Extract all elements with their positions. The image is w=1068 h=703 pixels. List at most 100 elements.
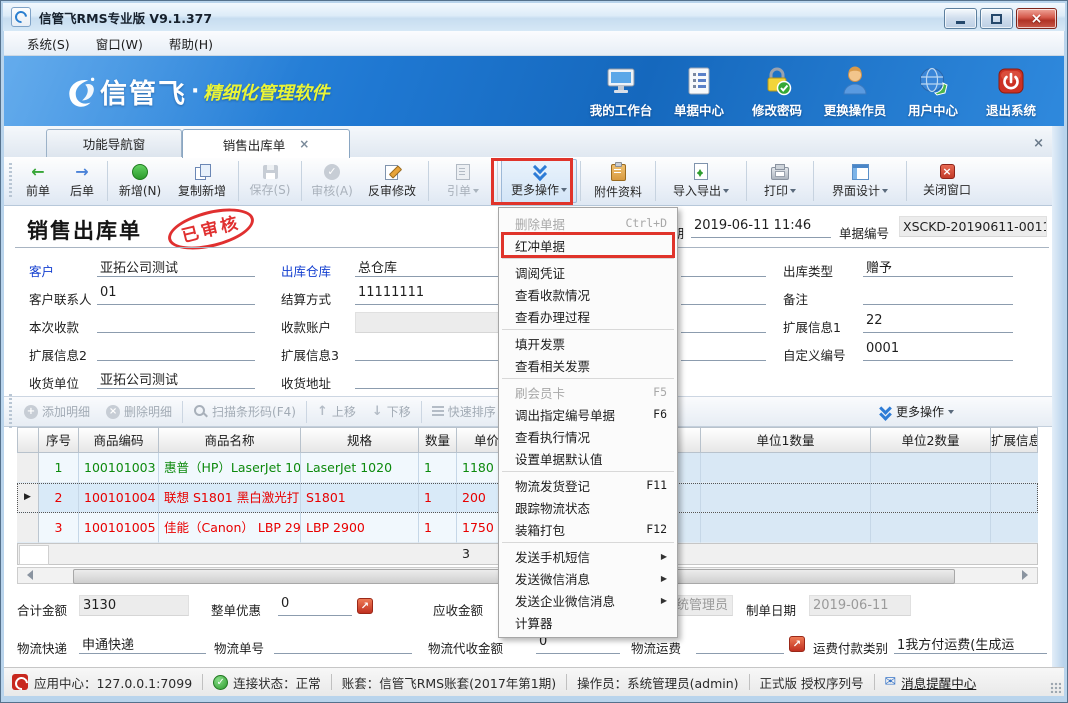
discount-field[interactable]: 0 xyxy=(278,596,352,616)
hidden-field-stub[interactable] xyxy=(681,313,766,333)
table-cell: 1 xyxy=(39,453,79,483)
copy-add-button[interactable]: 复制新增 xyxy=(169,159,235,203)
menu-item-label: 删除单据 xyxy=(515,214,565,233)
menu-item-shortcut: Ctrl+D xyxy=(625,216,667,230)
column-header[interactable]: 单位2数量 xyxy=(871,427,991,453)
menu-item-label: 发送企业微信消息 xyxy=(515,591,615,610)
minimize-button[interactable] xyxy=(944,8,977,29)
context-menu-item[interactable]: 查看执行情况 xyxy=(499,425,677,447)
context-menu-item[interactable]: 调阅凭证 xyxy=(499,261,677,283)
context-menu-item[interactable]: 发送微信消息▶ xyxy=(499,567,677,589)
context-menu-item[interactable]: 跟踪物流状态 xyxy=(499,496,677,518)
ext2-field[interactable] xyxy=(97,341,255,361)
workbench-button[interactable]: 我的工作台 xyxy=(582,62,660,122)
print-button[interactable]: 打印 xyxy=(750,159,810,203)
more-actions-button[interactable]: 更多操作 xyxy=(501,159,577,203)
custom-no-field[interactable]: 0001 xyxy=(863,341,1013,361)
brand-name: 信管飞 xyxy=(100,72,187,111)
x-circle-icon xyxy=(106,405,120,419)
out-type-field[interactable]: 赠予 xyxy=(863,257,1013,277)
hidden-field-stub[interactable] xyxy=(681,341,766,361)
unaudit-button[interactable]: 反审修改 xyxy=(359,159,425,203)
banner-buttons: 我的工作台 单据中心 修改密码 xyxy=(582,62,1050,122)
context-menu-item[interactable]: 调出指定编号单据F6 xyxy=(499,403,677,425)
customer-field[interactable]: 亚拓公司测试 xyxy=(97,257,255,277)
menu-help[interactable]: 帮助(H) xyxy=(156,31,226,56)
document-center-button[interactable]: 单据中心 xyxy=(660,62,738,122)
discount-label: 整单优惠 xyxy=(211,600,261,619)
table-cell: S1801 xyxy=(301,483,419,513)
column-header[interactable]: 单位1数量 xyxy=(701,427,871,453)
receiver-field[interactable]: 亚拓公司测试 xyxy=(97,369,255,389)
move-up-button: ↑ 上移 xyxy=(309,403,364,420)
context-menu-item[interactable]: 查看收款情况 xyxy=(499,283,677,305)
column-header[interactable]: 商品名称 xyxy=(159,427,301,453)
hidden-field-stub[interactable] xyxy=(681,257,766,277)
add-new-button[interactable]: 新增(N) xyxy=(111,159,169,203)
context-menu-item[interactable]: 查看办理过程 xyxy=(499,305,677,327)
dropdown-arrow-icon xyxy=(790,189,796,196)
prev-doc-button[interactable]: ← 前单 xyxy=(16,159,60,203)
context-menu-item[interactable]: 发送手机短信▶ xyxy=(499,545,677,567)
remark-field[interactable] xyxy=(863,285,1013,305)
menu-system[interactable]: 系统(S) xyxy=(14,31,83,56)
context-menu-item[interactable]: 发送企业微信消息▶ xyxy=(499,589,677,611)
attachments-button[interactable]: 附件资料 xyxy=(584,159,652,203)
context-menu-item[interactable]: 装箱打包F12 xyxy=(499,518,677,540)
discount-adjust-icon[interactable] xyxy=(357,598,373,614)
custom-no-label: 自定义编号 xyxy=(783,345,846,364)
tab-close-icon[interactable]: × xyxy=(299,137,309,151)
context-menu-item[interactable]: 查看相关发票 xyxy=(499,354,677,376)
make-date-field: 2019-06-11 xyxy=(809,595,911,616)
express-field[interactable]: 申通快递 xyxy=(79,634,206,654)
column-header[interactable]: 规格 xyxy=(301,427,419,453)
switch-operator-button[interactable]: 更换操作员 xyxy=(816,62,894,122)
detail-more-actions-button[interactable]: 更多操作 xyxy=(870,403,962,420)
app-logo-small-icon xyxy=(12,674,28,690)
close-button[interactable] xyxy=(1016,8,1057,29)
tabstrip-close-icon[interactable]: × xyxy=(1033,136,1044,151)
column-header[interactable]: 商品编码 xyxy=(79,427,159,453)
context-menu-item[interactable]: 计算器 xyxy=(499,611,677,633)
message-center-link[interactable]: 消息提醒中心 xyxy=(901,673,976,692)
freight-adjust-icon[interactable] xyxy=(789,636,805,652)
warehouse-field[interactable]: 总仓库 xyxy=(355,257,501,277)
scroll-right-icon[interactable] xyxy=(1022,570,1033,580)
import-export-button[interactable]: 导入导出 xyxy=(659,159,743,203)
restore-button[interactable] xyxy=(980,8,1013,29)
ui-design-button[interactable]: 界面设计 xyxy=(817,159,903,203)
contact-field[interactable]: 01 xyxy=(97,285,255,305)
context-menu-item[interactable]: 物流发货登记F11 xyxy=(499,474,677,496)
exit-system-button[interactable]: 退出系统 xyxy=(972,62,1050,122)
freight-type-field[interactable]: 1我方付运费(生成运 xyxy=(894,634,1047,654)
this-receipt-field[interactable] xyxy=(97,313,255,333)
mail-icon xyxy=(885,674,897,690)
column-header[interactable]: 数量 xyxy=(419,427,457,453)
ext1-field[interactable]: 22 xyxy=(863,313,1013,333)
close-window-button[interactable]: 关闭窗口 xyxy=(910,159,984,203)
dropdown-arrow-icon xyxy=(473,189,479,196)
change-password-button[interactable]: 修改密码 xyxy=(738,62,816,122)
next-doc-button[interactable]: → 后单 xyxy=(60,159,104,203)
menu-window[interactable]: 窗口(W) xyxy=(83,31,156,56)
hidden-field-stub[interactable] xyxy=(681,285,766,305)
context-menu-item[interactable]: 填开发票 xyxy=(499,332,677,354)
tab-function-nav[interactable]: 功能导航窗 xyxy=(46,129,182,157)
form-title: 销售出库单 xyxy=(27,215,142,245)
context-menu-item[interactable]: 设置单据默认值 xyxy=(499,447,677,469)
ext3-label: 扩展信息3 xyxy=(281,345,339,364)
context-menu-item[interactable]: 红冲单据 xyxy=(499,234,677,256)
settle-field[interactable]: 11111111 xyxy=(355,285,501,305)
tab-sales-outbound[interactable]: 销售出库单 × xyxy=(182,129,350,158)
add-detail-button: 添加明细 xyxy=(16,403,98,420)
status-operator: 操作员：系统管理员(admin) xyxy=(577,673,738,692)
freight-field[interactable] xyxy=(696,634,784,654)
column-header[interactable]: 扩展信息3 xyxy=(991,427,1038,453)
user-center-button[interactable]: 用户中心 xyxy=(894,62,972,122)
column-header[interactable]: 序号 xyxy=(39,427,79,453)
tracking-field[interactable] xyxy=(274,634,412,654)
doc-date-field[interactable]: 2019-06-11 11:46 xyxy=(691,218,831,238)
scroll-left-icon[interactable] xyxy=(22,570,33,580)
ext3-field[interactable] xyxy=(355,341,501,361)
address-field[interactable] xyxy=(355,369,501,389)
